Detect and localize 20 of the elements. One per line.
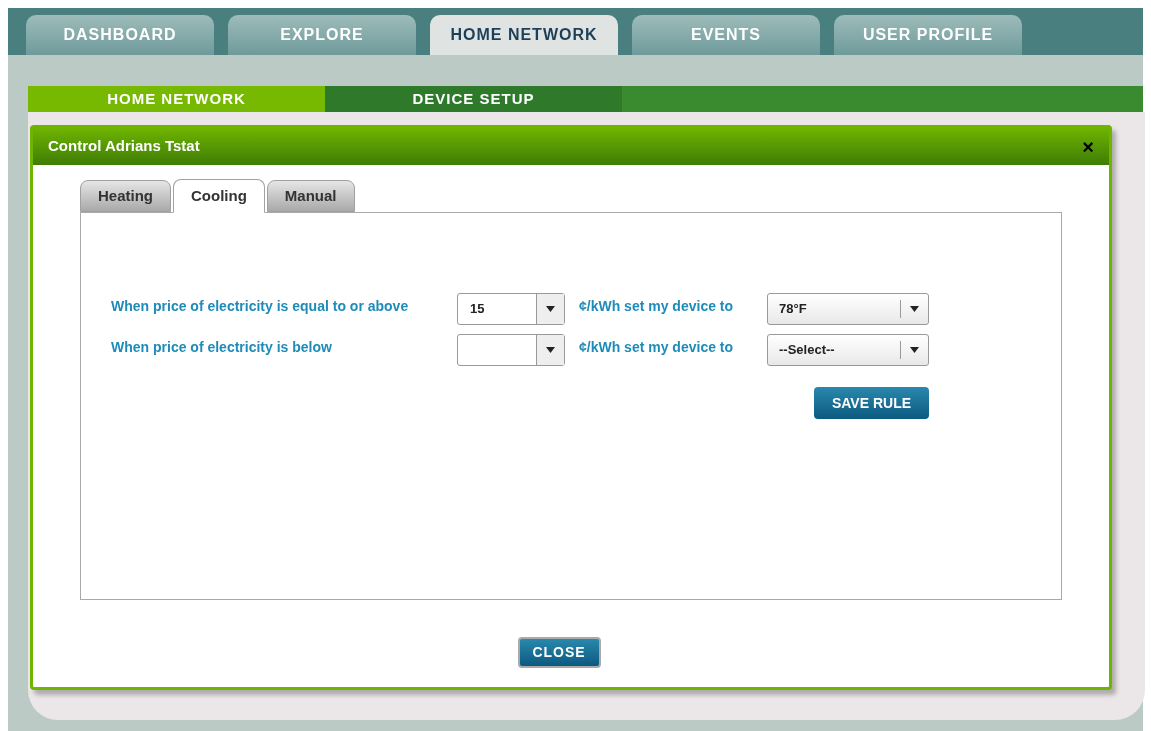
price-dropdown[interactable]: 15	[457, 293, 565, 325]
unit-label: ¢/kWh set my device to	[579, 338, 735, 357]
caret-icon	[910, 306, 919, 312]
sub-tab[interactable]: DEVICE SETUP	[325, 86, 622, 112]
dialog-tab[interactable]: Heating	[80, 180, 171, 212]
nav-tab[interactable]: HOME NETWORK	[430, 15, 618, 55]
unit-label: ¢/kWh set my device to	[579, 297, 735, 316]
caret-icon	[910, 347, 919, 353]
dialog-tab[interactable]: Manual	[266, 180, 355, 212]
rule-condition: When price of electricity is equal to or above	[111, 297, 410, 316]
setpoint-dropdown[interactable]: 78°F	[767, 293, 929, 325]
setpoint-dropdown[interactable]: --Select--	[767, 334, 929, 366]
dialog-title: Control Adrians Tstat	[48, 136, 200, 157]
price-dropdown[interactable]	[457, 334, 565, 366]
caret-icon	[546, 306, 555, 312]
rule-condition: When price of electricity is below	[111, 338, 333, 357]
save-rule-button[interactable]: SAVE RULE	[814, 387, 929, 419]
close-button[interactable]: CLOSE	[517, 637, 601, 668]
dialog-tab[interactable]: Cooling	[173, 179, 265, 213]
caret-icon	[546, 347, 555, 353]
